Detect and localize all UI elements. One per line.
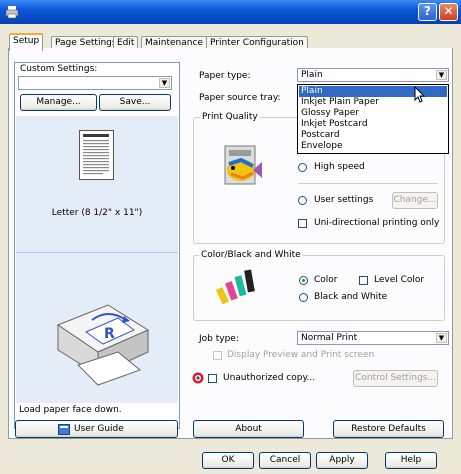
cancel-button[interactable]: Cancel [259,452,311,469]
manage-button[interactable]: Manage... [20,94,97,111]
user-guide-label: User Guide [74,424,124,434]
paper-type-option[interactable]: Inkjet Postcard [299,119,447,130]
print-quality-fish-icon [224,145,262,185]
printer-icon [5,6,19,19]
user-settings-radio[interactable] [298,196,307,205]
page-preview-icon [79,130,114,180]
quality-divider [298,183,438,184]
paper-type-option[interactable]: Postcard [299,130,447,141]
job-type-label: Job type: [199,334,239,344]
change-button[interactable]: Change... [392,192,438,209]
display-preview-label: Display Preview and Print screen [227,350,375,360]
custom-settings-label: Custom Settings: [20,64,98,74]
paper-type-value: Plain [301,70,323,80]
color-bw-legend: Color/Black and White [199,250,303,260]
print-quality-legend: Print Quality [200,112,260,122]
black-white-radio[interactable] [299,293,308,302]
unauthorized-copy-checkbox[interactable] [208,374,217,383]
high-speed-label: High speed [314,162,365,172]
paper-type-combo[interactable]: Plain ▼ [297,68,449,82]
apply-button[interactable]: Apply [316,452,368,469]
mouse-cursor-icon [414,86,426,103]
uni-directional-label: Uni-directional printing only [314,218,440,228]
display-preview-checkbox[interactable] [213,351,222,360]
color-label: Color [314,275,338,285]
restore-defaults-button[interactable]: Restore Defaults [333,420,444,438]
book-icon [58,424,70,435]
instruction-text: Load paper face down. [19,405,122,415]
job-type-combo[interactable]: Normal Print ▼ [297,331,449,345]
black-white-label: Black and White [314,292,388,302]
paper-type-dropdown: Plain Inkjet Plain Paper Glossy Paper In… [297,84,449,154]
paper-type-option[interactable]: Envelope [299,141,447,152]
color-radio[interactable] [299,276,308,285]
help-button[interactable]: Help [385,452,437,469]
uni-directional-checkbox[interactable] [298,219,307,228]
high-speed-radio[interactable] [298,163,307,172]
user-guide-button[interactable]: User Guide [15,420,178,438]
paper-source-label: Paper source tray: [199,93,281,103]
chevron-down-icon[interactable]: ▼ [436,333,447,343]
chevron-down-icon[interactable]: ▼ [159,78,170,88]
printer-illustration: R [56,304,150,386]
unauthorized-copy-label: Unauthorized copy... [223,373,316,383]
help-title-button[interactable]: ? [418,3,437,21]
about-button[interactable]: About [193,420,304,438]
custom-settings-combo[interactable]: ▼ [18,76,172,90]
paper-type-option[interactable]: Glossy Paper [299,108,447,119]
tab-setup[interactable]: Setup [9,33,44,51]
level-color-checkbox[interactable] [359,276,368,285]
level-color-label: Level Color [374,275,425,285]
control-settings-button[interactable]: Control Settings... [353,370,438,387]
user-settings-label: User settings [314,195,374,205]
job-type-value: Normal Print [301,333,358,343]
ink-cartridges-icon [215,269,255,305]
title-bar: ? ✕ [0,0,461,24]
ok-button[interactable]: OK [202,452,254,469]
copy-guard-icon [192,372,204,384]
chevron-down-icon[interactable]: ▼ [436,70,447,80]
save-button[interactable]: Save... [99,94,171,111]
paper-size-label: Letter (8 1/2" x 11") [51,208,143,218]
close-button[interactable]: ✕ [439,3,458,21]
paper-type-label: Paper type: [199,71,251,81]
svg-text:R: R [104,326,115,342]
